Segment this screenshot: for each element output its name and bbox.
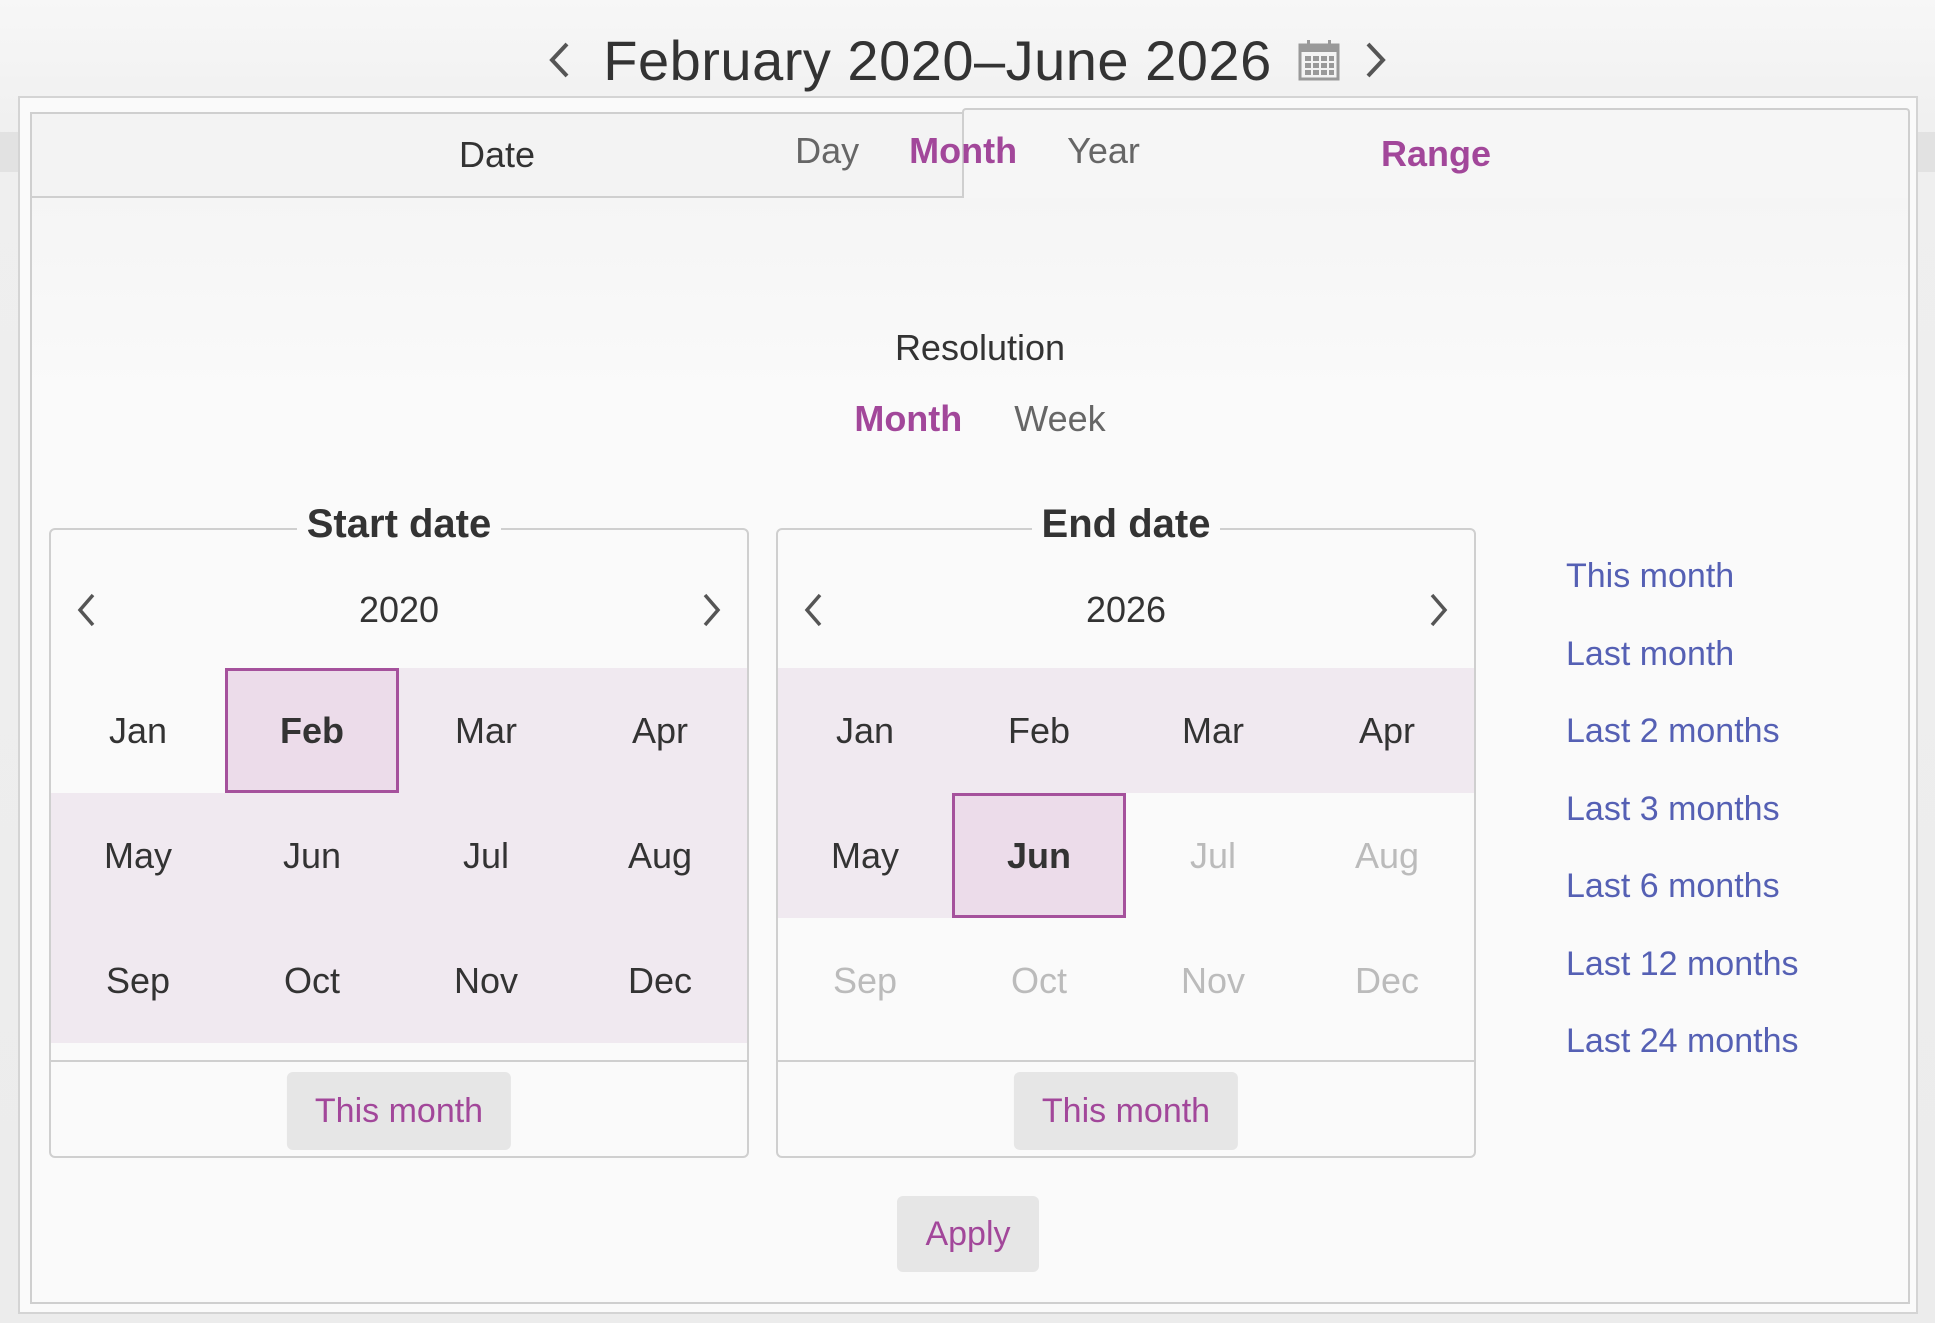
end-month-mar[interactable]: Mar	[1126, 668, 1300, 793]
chevron-right-icon	[1430, 593, 1448, 627]
chevron-right-icon	[703, 593, 721, 627]
mode-year[interactable]: Year	[1067, 130, 1140, 172]
mode-month[interactable]: Month	[909, 130, 1017, 172]
start-month-grid: Jan Feb Mar Apr May Jun Jul Aug Sep Oct Nov Dec	[51, 668, 747, 1043]
end-month-jun[interactable]: Jun	[952, 793, 1126, 918]
quick-range-item[interactable]: Last 24 months	[1566, 1013, 1798, 1091]
start-month-oct[interactable]: Oct	[225, 918, 399, 1043]
end-month-jul: Jul	[1189, 834, 1237, 876]
resolution-selector: Month Week	[0, 398, 1935, 440]
quick-range-item[interactable]: Last 6 months	[1566, 858, 1798, 936]
mode-day[interactable]: Day	[795, 130, 859, 172]
quick-range-item[interactable]: Last 3 months	[1566, 781, 1798, 859]
quick-range-item[interactable]: Last 12 months	[1566, 936, 1798, 1014]
start-date-picker: Start date 2020 Jan Feb Mar Apr May Jun Jul Aug…	[49, 502, 749, 1158]
start-year-label: 2020	[358, 589, 440, 630]
start-month-may[interactable]: May	[51, 793, 225, 918]
chevron-left-icon	[77, 593, 95, 627]
start-month-aug[interactable]: Aug	[573, 793, 747, 918]
mode-selector: Day Month Year	[0, 130, 1935, 172]
end-month-dec: Dec	[1354, 959, 1420, 1001]
start-month-sep[interactable]: Sep	[51, 918, 225, 1043]
resolution-label: Resolution	[894, 327, 1066, 368]
end-month-sep: Sep	[832, 959, 898, 1001]
start-month-feb[interactable]: Feb	[225, 668, 399, 793]
quick-range-list: This month Last month Last 2 months Last 3 …	[1566, 548, 1798, 1091]
start-month-apr[interactable]: Apr	[573, 668, 747, 793]
end-month-nov: Nov	[1180, 959, 1246, 1001]
period-title[interactable]: February 2020–June 2026	[593, 28, 1281, 93]
start-month-jan[interactable]: Jan	[51, 668, 225, 793]
end-month-may[interactable]: May	[778, 793, 952, 918]
start-next-year-button[interactable]	[677, 580, 747, 640]
end-next-year-button[interactable]	[1404, 580, 1474, 640]
quick-range-item[interactable]: Last 2 months	[1566, 703, 1798, 781]
end-month-feb[interactable]: Feb	[952, 668, 1126, 793]
end-month-oct: Oct	[1010, 959, 1067, 1001]
end-year-label: 2026	[1085, 589, 1167, 630]
end-date-picker: End date 2026 Jan Feb Mar Apr May Jun Jul Aug Se…	[776, 502, 1476, 1158]
end-month-grid: Jan Feb Mar Apr May Jun Jul Aug Sep Oct Nov Dec	[778, 668, 1474, 1043]
next-period-button[interactable]	[1356, 30, 1396, 90]
quick-range-item[interactable]: This month	[1566, 548, 1798, 626]
previous-period-button[interactable]	[539, 30, 579, 90]
chevron-right-icon	[1366, 42, 1386, 78]
end-month-aug: Aug	[1354, 834, 1420, 876]
resolution-week[interactable]: Week	[1014, 398, 1105, 440]
start-month-nov[interactable]: Nov	[399, 918, 573, 1043]
period-header: February 2020–June 2026	[0, 20, 1935, 100]
resolution-month[interactable]: Month	[854, 398, 962, 440]
end-month-apr[interactable]: Apr	[1300, 668, 1474, 793]
chevron-left-icon	[804, 593, 822, 627]
start-prev-year-button[interactable]	[51, 580, 121, 640]
end-this-month-button[interactable]: This month	[1013, 1072, 1239, 1150]
start-month-jun[interactable]: Jun	[225, 793, 399, 918]
end-month-jan[interactable]: Jan	[778, 668, 952, 793]
calendar-icon[interactable]	[1296, 30, 1342, 90]
end-prev-year-button[interactable]	[778, 580, 848, 640]
apply-button[interactable]: Apply	[897, 1196, 1039, 1272]
quick-range-item[interactable]: Last month	[1566, 626, 1798, 704]
start-month-mar[interactable]: Mar	[399, 668, 573, 793]
start-month-dec[interactable]: Dec	[573, 918, 747, 1043]
start-this-month-button[interactable]: This month	[286, 1072, 512, 1150]
start-month-jul[interactable]: Jul	[399, 793, 573, 918]
chevron-left-icon	[549, 42, 569, 78]
